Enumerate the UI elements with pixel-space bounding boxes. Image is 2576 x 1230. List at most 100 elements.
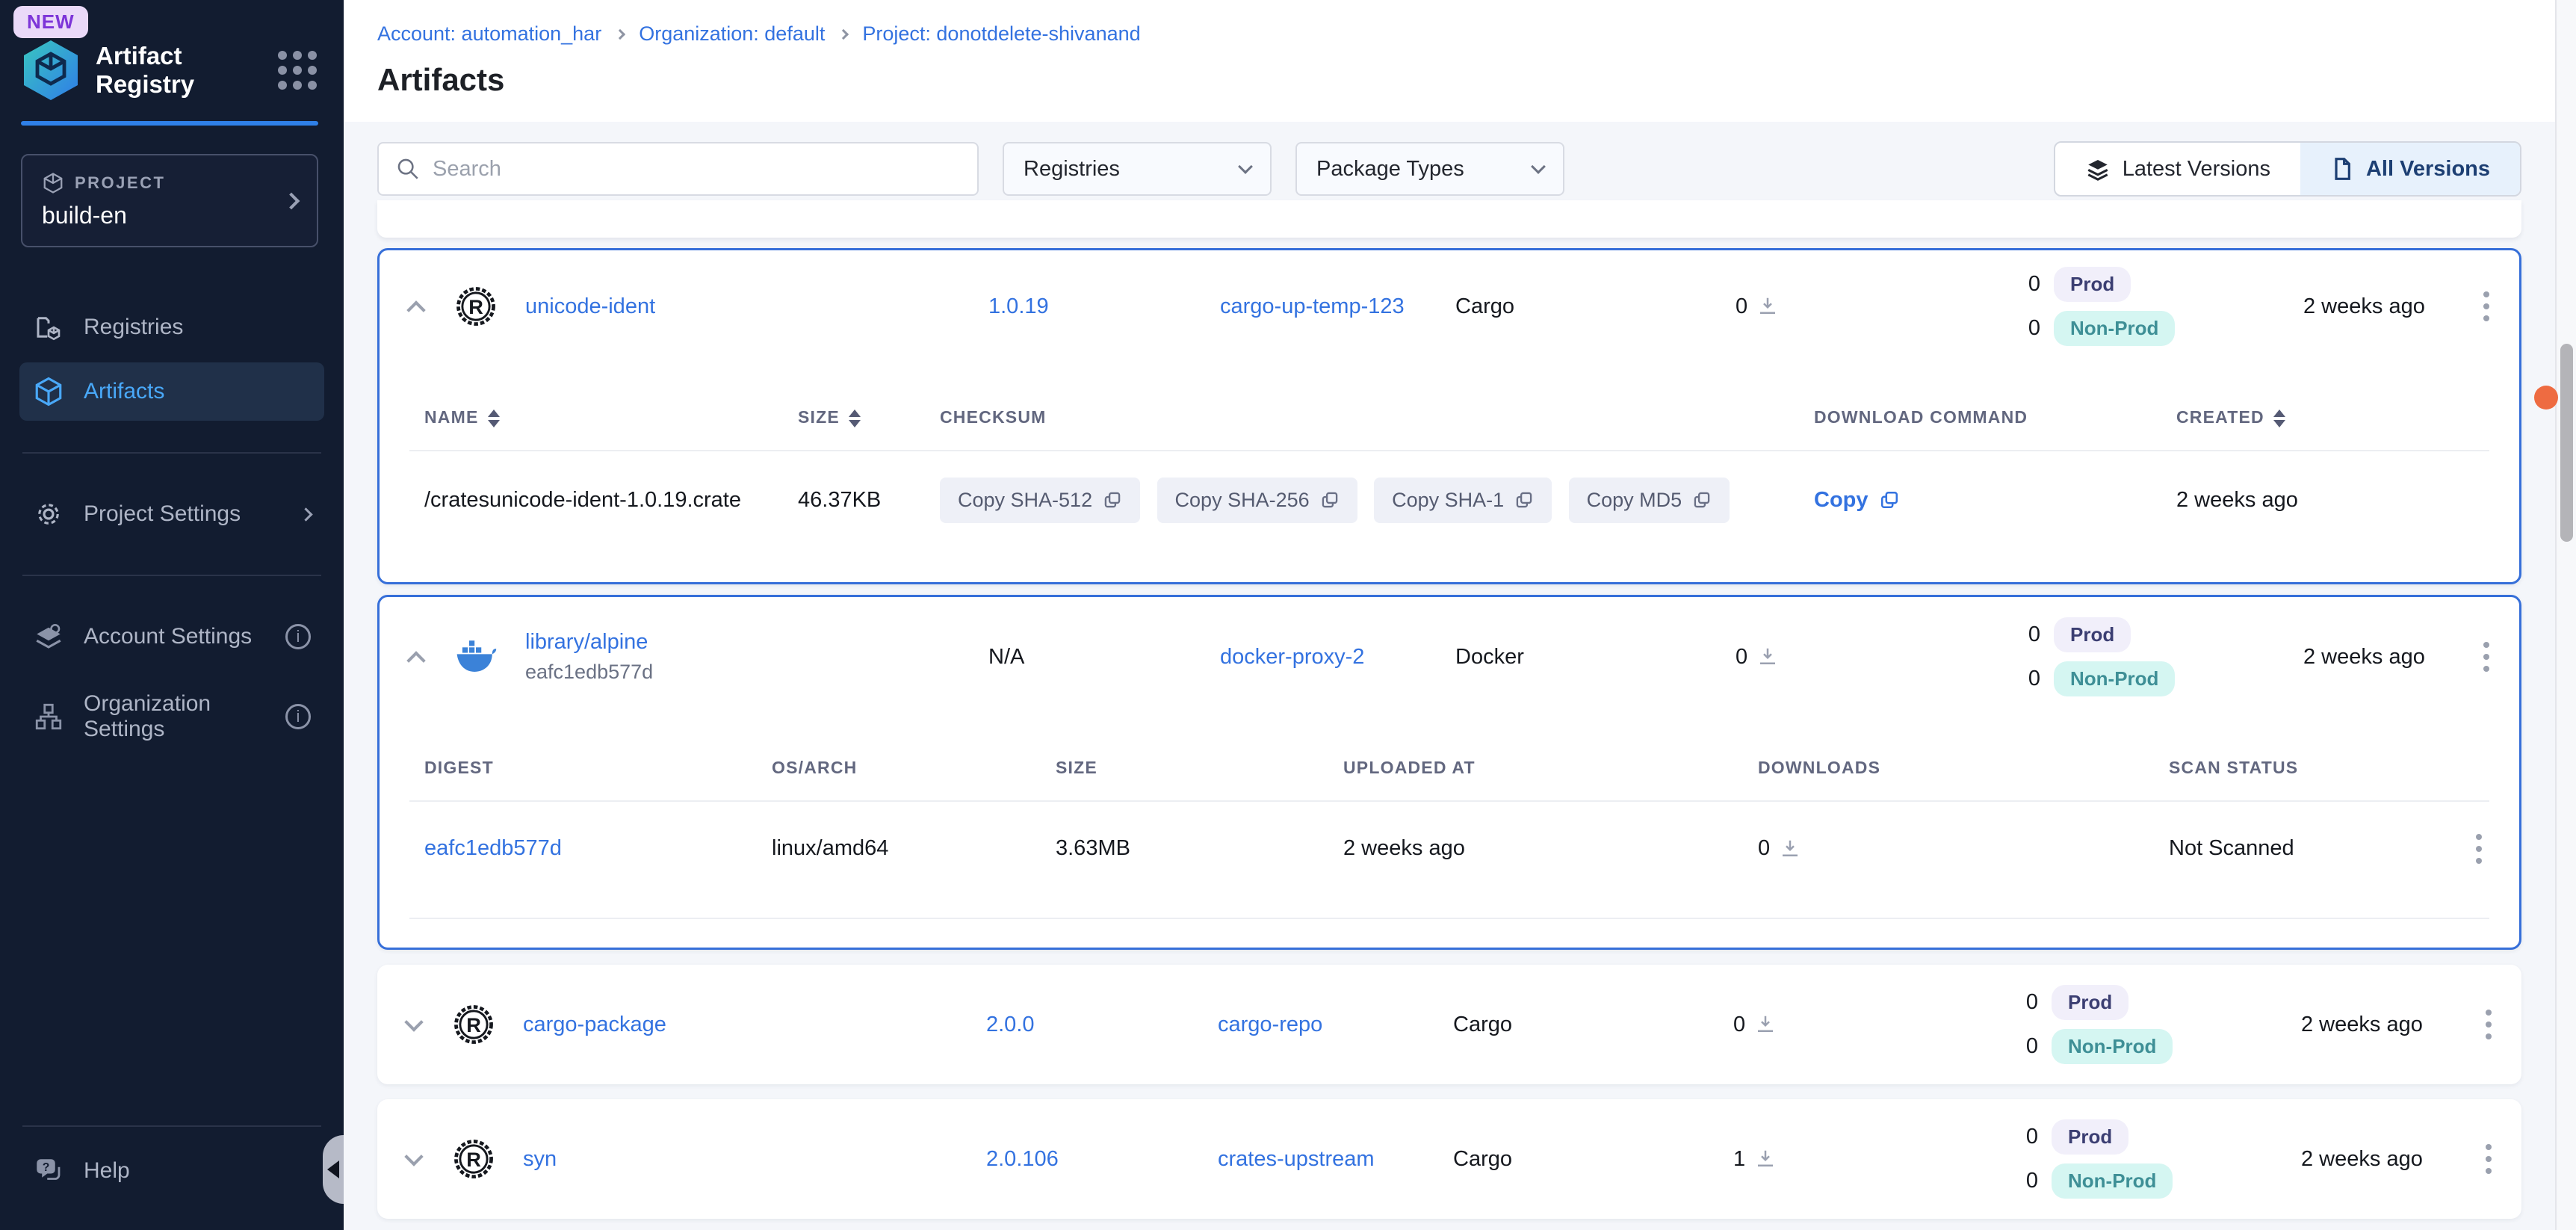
gear-icon xyxy=(33,498,64,530)
artifact-updated: 2 weeks ago xyxy=(2303,645,2445,670)
artifact-package-type: Cargo xyxy=(1455,294,1736,319)
app-title: Artifact Registry xyxy=(96,42,278,99)
nonprod-count: 0 xyxy=(2025,1169,2038,1193)
divider xyxy=(22,1125,321,1127)
kebab-menu-icon[interactable] xyxy=(2476,284,2497,329)
registries-dropdown[interactable]: Registries xyxy=(1003,142,1272,196)
download-icon xyxy=(1756,646,1779,668)
chevron-right-icon xyxy=(283,192,300,209)
digest-size: 3.63MB xyxy=(1056,836,1343,861)
all-versions-button[interactable]: All Versions xyxy=(2300,143,2520,195)
search-input[interactable] xyxy=(433,157,961,182)
sidebar-item-project-settings[interactable]: Project Settings xyxy=(19,485,324,543)
column-header-osarch: OS/ARCH xyxy=(772,758,1056,778)
artifact-package-type: Docker xyxy=(1455,645,1736,670)
column-header-digest: DIGEST xyxy=(424,758,772,778)
copy-download-command-link[interactable]: Copy xyxy=(1814,488,2176,513)
kebab-menu-icon[interactable] xyxy=(2478,1137,2499,1181)
scrollbar-thumb[interactable] xyxy=(2560,344,2573,542)
artifact-digest-subtext: eafc1edb577d xyxy=(525,661,988,684)
artifact-row: R cargo-package 2.0.0 cargo-repo Cargo 0… xyxy=(377,965,2521,1084)
artifact-version-link[interactable]: 2.0.0 xyxy=(986,1013,1218,1037)
all-versions-label: All Versions xyxy=(2366,157,2490,182)
artifact-row: R unicode-ident 1.0.19 cargo-up-temp-123… xyxy=(380,250,2519,362)
copy-sha1-button[interactable]: Copy SHA-1 xyxy=(1374,478,1552,523)
docker-icon xyxy=(454,635,498,679)
column-header-scan-status: SCAN STATUS xyxy=(2169,758,2378,778)
sort-icon[interactable] xyxy=(849,410,861,427)
sort-icon[interactable] xyxy=(488,410,500,427)
breadcrumb-org-link[interactable]: Organization: default xyxy=(639,22,825,46)
nonprod-badge: Non-Prod xyxy=(2052,1163,2173,1199)
sidebar-collapse-handle[interactable] xyxy=(323,1135,344,1204)
feedback-tab[interactable] xyxy=(2534,386,2558,410)
sidebar-item-account-settings[interactable]: Account Settings i xyxy=(19,608,324,666)
copy-sha256-button[interactable]: Copy SHA-256 xyxy=(1157,478,1357,523)
artifact-version: N/A xyxy=(988,645,1220,670)
app-switcher-grid-icon[interactable] xyxy=(278,51,317,90)
artifact-card-unicode-ident: R unicode-ident 1.0.19 cargo-up-temp-123… xyxy=(377,248,2521,584)
expand-chevron-icon[interactable] xyxy=(404,1013,423,1031)
layers-icon xyxy=(2085,156,2111,182)
svg-text:R: R xyxy=(466,1148,481,1171)
sidebar-item-label: Registries xyxy=(84,315,311,340)
artifact-name-link[interactable]: library/alpine xyxy=(525,630,648,654)
digest-row: eafc1edb577d linux/amd64 3.63MB 2 weeks … xyxy=(424,802,2489,895)
copy-icon xyxy=(1692,490,1712,510)
sidebar-item-help[interactable]: ? Help xyxy=(19,1142,324,1200)
nonprod-count: 0 xyxy=(2025,1034,2038,1059)
artifact-version-link[interactable]: 2.0.106 xyxy=(986,1147,1218,1172)
artifact-version-link[interactable]: 1.0.19 xyxy=(988,294,1220,319)
artifact-downloads-count: 0 xyxy=(1733,1013,1745,1037)
artifact-registry-link[interactable]: crates-upstream xyxy=(1218,1147,1453,1172)
digest-link[interactable]: eafc1edb577d xyxy=(424,836,772,861)
page-title: Artifacts xyxy=(377,62,2555,98)
divider xyxy=(22,575,321,576)
artifact-downloads-count: 1 xyxy=(1733,1147,1745,1172)
package-types-dropdown-label: Package Types xyxy=(1316,157,1533,182)
sidebar-item-organization-settings[interactable]: Organization Settings i xyxy=(19,678,324,755)
column-header-created: CREATED xyxy=(2176,407,2489,427)
project-label: PROJECT xyxy=(75,173,165,193)
breadcrumb-separator-icon xyxy=(838,28,849,39)
info-icon[interactable]: i xyxy=(285,624,311,649)
registries-folder-icon xyxy=(33,312,64,343)
main-content: Account: automation_har Organization: de… xyxy=(344,0,2555,1230)
project-selector[interactable]: PROJECT build-en xyxy=(21,154,318,247)
app-logo-row: Artifact Registry xyxy=(21,39,317,102)
nonprod-badge: Non-Prod xyxy=(2052,1029,2173,1064)
expand-chevron-icon[interactable] xyxy=(404,1147,423,1166)
artifact-updated: 2 weeks ago xyxy=(2303,294,2445,319)
svg-text:R: R xyxy=(468,295,483,318)
sidebar-item-artifacts[interactable]: Artifacts xyxy=(19,362,324,421)
artifact-card-syn: R syn 2.0.106 crates-upstream Cargo 1 0 … xyxy=(377,1099,2521,1219)
package-types-dropdown[interactable]: Package Types xyxy=(1295,142,1564,196)
file-name: /cratesunicode-ident-1.0.19.crate xyxy=(424,488,798,513)
kebab-menu-icon[interactable] xyxy=(2478,1002,2499,1047)
kebab-menu-icon[interactable] xyxy=(2468,826,2489,871)
artifact-card-partial xyxy=(377,200,2521,238)
artifact-name-link[interactable]: syn xyxy=(523,1147,986,1172)
download-icon xyxy=(1754,1013,1777,1036)
collapse-chevron-icon[interactable] xyxy=(406,300,425,319)
artifact-name-link[interactable]: unicode-ident xyxy=(525,294,988,319)
kebab-menu-icon[interactable] xyxy=(2476,634,2497,679)
breadcrumb-project-link[interactable]: Project: donotdelete-shivanand xyxy=(862,22,1140,46)
breadcrumb-account-link[interactable]: Account: automation_har xyxy=(377,22,601,46)
copy-sha512-button[interactable]: Copy SHA-512 xyxy=(940,478,1140,523)
artifact-registry-link[interactable]: docker-proxy-2 xyxy=(1220,645,1455,670)
artifact-name-link[interactable]: cargo-package xyxy=(523,1013,986,1037)
copy-icon xyxy=(1320,490,1340,510)
info-icon[interactable]: i xyxy=(285,704,311,729)
prod-count: 0 xyxy=(2025,990,2038,1015)
copy-md5-button[interactable]: Copy MD5 xyxy=(1569,478,1730,523)
latest-versions-button[interactable]: Latest Versions xyxy=(2055,143,2300,195)
artifact-registry-link[interactable]: cargo-repo xyxy=(1218,1013,1453,1037)
sidebar-item-registries[interactable]: Registries xyxy=(19,298,324,356)
artifact-registry-link[interactable]: cargo-up-temp-123 xyxy=(1220,294,1455,319)
search-box xyxy=(377,142,979,196)
collapse-chevron-icon[interactable] xyxy=(406,651,425,670)
digest-uploaded: 2 weeks ago xyxy=(1343,836,1758,861)
sort-icon[interactable] xyxy=(2273,410,2285,427)
document-icon xyxy=(2330,157,2354,181)
